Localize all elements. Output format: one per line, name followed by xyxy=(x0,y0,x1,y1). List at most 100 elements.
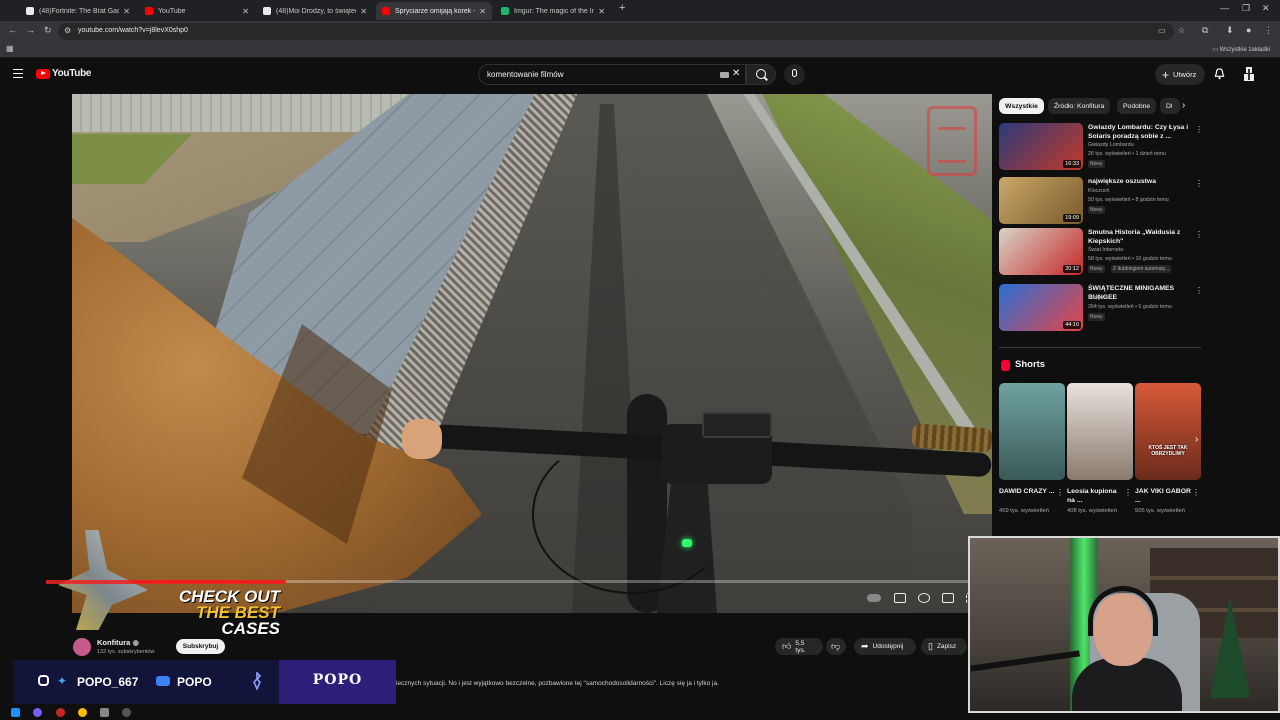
account-avatar-icon[interactable] xyxy=(1243,67,1255,81)
more-options-icon[interactable]: ⋮ xyxy=(1056,488,1064,497)
taskbar-app-icon[interactable] xyxy=(122,708,131,717)
maximize-icon[interactable]: ❐ xyxy=(1242,3,1250,14)
chip-related[interactable]: Podobne xyxy=(1117,98,1157,114)
subtitles-icon[interactable] xyxy=(894,593,906,603)
save-button[interactable]: ▯ Zapisz xyxy=(921,638,967,655)
video-description[interactable]: iecznych sytuacji. No i jest wyjątkowo b… xyxy=(396,680,719,687)
chip-more[interactable]: Dl xyxy=(1160,98,1180,114)
more-options-icon[interactable]: ⋮ xyxy=(1195,125,1203,134)
video-title[interactable]: Smutna Historia „Waldusia z Kiepskich" xyxy=(1088,229,1192,246)
shorts-heading: Shorts xyxy=(1015,359,1046,370)
bookmarks-bar: ▦ ▭ Wszystkie zakładki xyxy=(0,42,1280,58)
address-bar[interactable]: ⚙ youtube.com/watch?v=j8levX0shp0 ▭ ☆ xyxy=(58,23,1185,40)
close-tab-icon[interactable]: ✕ xyxy=(242,7,249,16)
search-button[interactable] xyxy=(746,64,776,85)
short-title[interactable]: JAK VIKI GABOR ... xyxy=(1135,487,1191,505)
video-title[interactable]: Gwiazdy Lombardu: Czy Łysa i Solaris por… xyxy=(1088,124,1192,141)
install-icon[interactable]: ▭ xyxy=(1158,26,1166,35)
close-window-icon[interactable]: ✕ xyxy=(1262,3,1270,14)
autoplay-toggle[interactable] xyxy=(867,594,881,602)
profile-avatar-icon[interactable]: ● xyxy=(1246,25,1251,35)
reload-icon[interactable]: ↻ xyxy=(44,25,52,36)
more-options-icon[interactable]: ⋮ xyxy=(1192,488,1200,497)
streamer-logo: POPO xyxy=(279,660,396,704)
close-tab-icon[interactable]: ✕ xyxy=(479,7,486,16)
miniplayer-icon[interactable] xyxy=(942,593,954,603)
video-channel[interactable]: Kloczuch xyxy=(1088,188,1110,194)
webcam-person-body xyxy=(1072,658,1182,711)
extensions-icon[interactable]: ⧉ xyxy=(1202,25,1208,36)
taskbar-app-icon[interactable] xyxy=(100,708,109,717)
recommended-video[interactable]: 16:33 Gwiazdy Lombardu: Czy Łysa i Solari… xyxy=(999,123,1204,174)
new-badge: Nowy xyxy=(1088,206,1105,214)
video-thumbnail[interactable]: 16:33 xyxy=(999,123,1083,170)
like-button[interactable]: 👍︎ 5,5 tys. xyxy=(775,638,823,655)
browser-menu-icon[interactable]: ⋮ xyxy=(1264,25,1273,36)
recommended-video[interactable]: 44:10 ŚWIĄTECZNE MINIGAMES BUNGEE Bungee 26… xyxy=(999,284,1204,335)
chevron-right-icon[interactable]: › xyxy=(1182,100,1185,111)
recommended-video[interactable]: 19:09 największe oszustwa Kloczuch 50 tys. … xyxy=(999,177,1204,228)
video-thumbnail[interactable]: 20:12 xyxy=(999,228,1083,275)
notifications-bell-icon[interactable] xyxy=(1214,68,1225,80)
youtube-logo[interactable]: YouTube xyxy=(36,68,92,79)
settings-gear-icon[interactable] xyxy=(918,593,930,603)
video-thumbnail[interactable]: 44:10 xyxy=(999,284,1083,331)
short-thumbnail[interactable]: KTOŚ JEST TAK OBRZYDLIWY xyxy=(1135,383,1201,480)
back-icon[interactable]: ← xyxy=(8,25,17,35)
share-button[interactable]: ➦ Udostępnij xyxy=(854,638,916,655)
short-title[interactable]: Leosia kupiona na ... xyxy=(1067,487,1123,505)
short-thumbnail[interactable] xyxy=(1067,383,1133,480)
new-tab-icon[interactable]: + xyxy=(619,2,625,14)
dislike-button[interactable]: 👎︎ xyxy=(826,638,846,655)
more-options-icon[interactable]: ⋮ xyxy=(1195,286,1203,295)
taskbar-app-icon[interactable] xyxy=(33,708,42,717)
browser-tab[interactable]: (48)Fortnite: The Brat Gada Ga...✕ xyxy=(20,2,136,20)
short-thumbnail[interactable] xyxy=(999,383,1065,480)
browser-tab[interactable]: Spryciarze omijają korek - ... ✕ xyxy=(376,2,492,20)
video-channel[interactable]: Gwiazdy Lombardu xyxy=(1088,142,1134,148)
taskbar-app-icon[interactable] xyxy=(56,708,65,717)
site-info-icon[interactable]: ⚙ xyxy=(64,26,71,35)
address-bar-row: ← → ↻ ⚙ youtube.com/watch?v=j8levX0shp0 … xyxy=(0,21,1280,42)
create-button[interactable]: + Utwórz xyxy=(1155,64,1205,85)
voice-search-button[interactable] xyxy=(784,64,805,85)
search-input[interactable]: komentowanie filmów ✕ xyxy=(478,64,746,85)
browser-tab[interactable]: Imgur: The magic of the Interne...✕ xyxy=(495,2,611,20)
recommended-video[interactable]: 20:12 Smutna Historia „Waldusia z Kiepski… xyxy=(999,228,1204,279)
video-title[interactable]: największe oszustwa xyxy=(1088,178,1192,187)
video-stats: 264 tys. wyświetleń • 5 godzin temu xyxy=(1088,304,1172,310)
video-scene-light xyxy=(682,539,692,547)
browser-tab[interactable]: YouTube ✕ xyxy=(139,2,255,20)
minimize-icon[interactable]: — xyxy=(1220,3,1229,13)
clear-search-icon[interactable]: ✕ xyxy=(732,68,740,79)
video-channel[interactable]: Bungee xyxy=(1088,295,1106,301)
close-tab-icon[interactable]: ✕ xyxy=(598,7,605,16)
all-bookmarks-folder[interactable]: ▭ Wszystkie zakładki xyxy=(1212,46,1270,53)
channel-name[interactable]: Konfitura ◉ xyxy=(97,638,139,647)
video-channel[interactable]: Świat Internetu xyxy=(1088,247,1123,253)
browser-tab[interactable]: (48)Moi Drodzy, to świąteczny...✕ xyxy=(257,2,373,20)
apps-icon[interactable]: ▦ xyxy=(6,44,14,53)
windows-start-icon[interactable] xyxy=(11,708,20,717)
forward-icon[interactable]: → xyxy=(26,25,35,35)
close-tab-icon[interactable]: ✕ xyxy=(360,7,367,16)
chip-from-channel[interactable]: Źródło: Konfitura xyxy=(1048,98,1111,114)
menu-icon[interactable] xyxy=(13,69,23,78)
downloads-icon[interactable]: ⬇ xyxy=(1226,25,1234,36)
more-options-icon[interactable]: ⋮ xyxy=(1195,230,1203,239)
close-tab-icon[interactable]: ✕ xyxy=(123,7,130,16)
more-options-icon[interactable]: ⋮ xyxy=(1195,179,1203,188)
video-thumbnail[interactable]: 19:09 xyxy=(999,177,1083,224)
bookmark-star-icon[interactable]: ☆ xyxy=(1178,26,1185,35)
shorts-next-icon[interactable]: › xyxy=(1195,434,1198,445)
chrome-taskbar-icon[interactable] xyxy=(78,708,87,717)
keyboard-icon[interactable] xyxy=(720,72,729,78)
more-options-icon[interactable]: ⋮ xyxy=(1124,488,1132,497)
subscribe-button[interactable]: Subskrybuj xyxy=(176,639,225,654)
channel-avatar[interactable] xyxy=(73,638,91,656)
short-title[interactable]: DAWID CRAZY ... xyxy=(999,487,1055,496)
video-stats: 26 tys. wyświetleń • 1 dzień temu xyxy=(1088,151,1166,157)
chip-all[interactable]: Wszystkie xyxy=(999,98,1044,114)
bookmark-icon: ▯ xyxy=(928,641,933,651)
channel-watermark-icon xyxy=(927,106,977,176)
